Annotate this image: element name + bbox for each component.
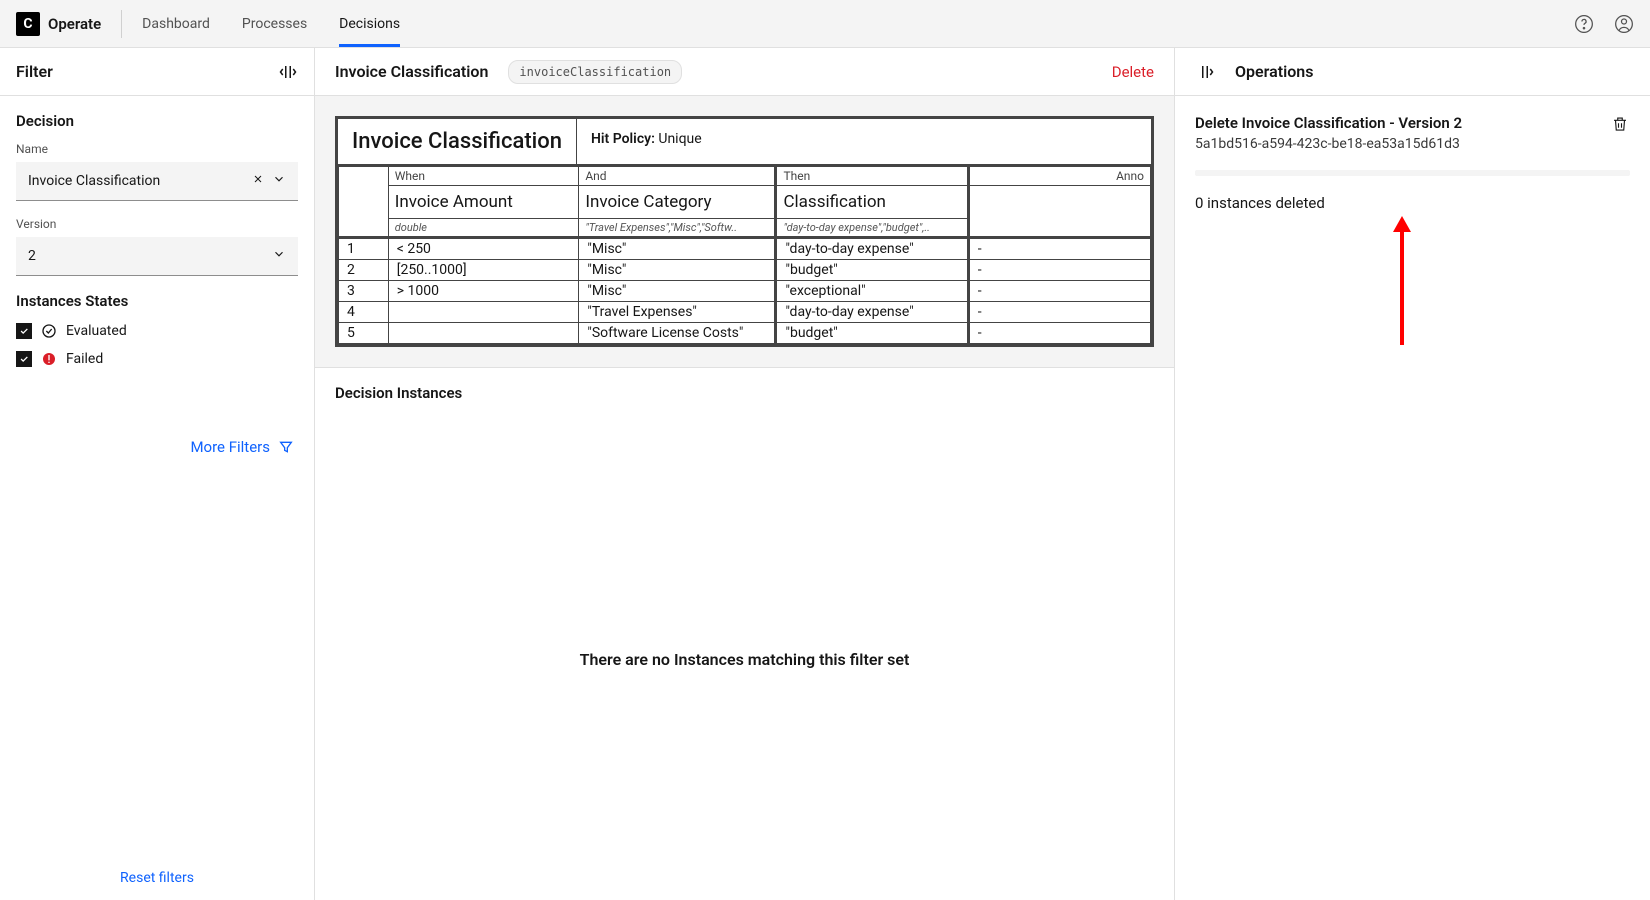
hit-policy: Hit Policy: Unique <box>577 119 716 164</box>
col-and-label: And <box>579 166 776 186</box>
cell-when <box>388 302 579 323</box>
filter-panel: Filter Decision Name Invoice Classificat… <box>0 48 315 900</box>
dmn-table-title: Invoice Classification <box>338 119 577 164</box>
version-value: 2 <box>28 248 272 264</box>
cell-when: [250..1000] <box>388 260 579 281</box>
cell-anno: - <box>968 302 1150 323</box>
more-filters-link[interactable]: More Filters <box>16 438 298 456</box>
row-num: 1 <box>339 238 389 260</box>
collapse-panel-icon[interactable] <box>278 62 298 82</box>
cell-then: "day-to-day expense" <box>776 302 968 323</box>
cell-when: > 1000 <box>388 281 579 302</box>
operation-title: Delete Invoice Classification - Version … <box>1195 114 1462 132</box>
cell-and: "Misc" <box>579 281 776 302</box>
col-when-type: double <box>388 219 579 238</box>
app-logo[interactable]: C Operate <box>16 12 101 36</box>
decision-title: Invoice Classification <box>335 62 488 81</box>
main-nav: Dashboard Processes Decisions <box>142 2 400 46</box>
dmn-row[interactable]: 1< 250"Misc""day-to-day expense"- <box>339 238 1151 260</box>
evaluated-checkbox[interactable] <box>16 323 32 339</box>
clear-icon[interactable] <box>252 173 264 189</box>
cell-then: "budget" <box>776 260 968 281</box>
cell-when <box>388 323 579 344</box>
evaluated-label: Evaluated <box>66 323 127 339</box>
col-then-type: "day-to-day expense","budget",.. <box>776 219 968 238</box>
expand-panel-icon[interactable] <box>1195 62 1215 82</box>
progress-bar <box>1195 170 1630 176</box>
app-name: Operate <box>48 15 101 33</box>
row-num: 3 <box>339 281 389 302</box>
decision-id-badge: invoiceClassification <box>508 60 682 84</box>
nav-processes[interactable]: Processes <box>242 2 307 46</box>
annotation-arrow <box>1400 230 1404 345</box>
divider <box>121 10 122 38</box>
delete-button[interactable]: Delete <box>1112 63 1154 81</box>
cell-anno: - <box>968 281 1150 302</box>
name-label: Name <box>16 142 298 156</box>
dmn-row[interactable]: 5 "Software License Costs""budget"- <box>339 323 1151 344</box>
chevron-down-icon <box>272 247 286 265</box>
decision-panel: Invoice Classification invoiceClassifica… <box>315 48 1175 900</box>
cell-anno: - <box>968 238 1150 260</box>
col-when-name: Invoice Amount <box>388 186 579 219</box>
user-icon[interactable] <box>1614 14 1634 34</box>
cell-anno: - <box>968 260 1150 281</box>
col-anno-label: Anno <box>968 166 1150 186</box>
more-filters-label: More Filters <box>190 438 270 456</box>
nav-dashboard[interactable]: Dashboard <box>142 2 210 46</box>
version-select[interactable]: 2 <box>16 237 298 276</box>
help-icon[interactable] <box>1574 14 1594 34</box>
col-and-name: Invoice Category <box>579 186 776 219</box>
cell-then: "budget" <box>776 323 968 344</box>
row-num: 5 <box>339 323 389 344</box>
empty-message: There are no Instances matching this fil… <box>580 650 910 669</box>
dmn-viewer: Invoice Classification Hit Policy: Uniqu… <box>315 96 1174 367</box>
nav-decisions[interactable]: Decisions <box>339 2 400 46</box>
name-select[interactable]: Invoice Classification <box>16 162 298 201</box>
cell-and: "Misc" <box>579 238 776 260</box>
operations-title: Operations <box>1235 62 1313 81</box>
col-then-name: Classification <box>776 186 968 219</box>
states-section-title: Instances States <box>16 292 298 310</box>
app-header: C Operate Dashboard Processes Decisions <box>0 0 1650 48</box>
cell-anno: - <box>968 323 1150 344</box>
cell-then: "exceptional" <box>776 281 968 302</box>
dmn-row[interactable]: 4 "Travel Expenses""day-to-day expense"- <box>339 302 1151 323</box>
logo-icon: C <box>16 12 40 36</box>
name-value: Invoice Classification <box>28 173 252 189</box>
cell-and: "Misc" <box>579 260 776 281</box>
instances-body: There are no Instances matching this fil… <box>315 418 1174 900</box>
reset-filters-link[interactable]: Reset filters <box>120 870 194 886</box>
cell-and: "Travel Expenses" <box>579 302 776 323</box>
operation-status: 0 instances deleted <box>1195 194 1630 212</box>
cell-when: < 250 <box>388 238 579 260</box>
dmn-grid: When And Then Anno Invoice Amount Invoic… <box>338 164 1151 344</box>
failed-checkbox[interactable] <box>16 351 32 367</box>
filter-icon <box>278 439 294 455</box>
instances-header: Decision Instances <box>315 367 1174 418</box>
col-then-label: Then <box>776 166 968 186</box>
operation-id: 5a1bd516-a594-423c-be18-ea53a15d61d3 <box>1195 136 1462 152</box>
row-num: 2 <box>339 260 389 281</box>
trash-icon[interactable] <box>1610 114 1630 134</box>
cell-and: "Software License Costs" <box>579 323 776 344</box>
filter-title: Filter <box>16 62 53 81</box>
row-num: 4 <box>339 302 389 323</box>
failed-label: Failed <box>66 351 103 367</box>
chevron-down-icon <box>272 172 286 190</box>
decision-section-title: Decision <box>16 112 298 130</box>
evaluated-icon <box>40 322 58 340</box>
dmn-row[interactable]: 3> 1000"Misc""exceptional"- <box>339 281 1151 302</box>
col-when-label: When <box>388 166 579 186</box>
version-label: Version <box>16 217 298 231</box>
failed-icon <box>40 350 58 368</box>
col-and-type: "Travel Expenses","Misc","Softw.. <box>579 219 776 238</box>
dmn-row[interactable]: 2[250..1000]"Misc""budget"- <box>339 260 1151 281</box>
operations-panel: Operations Delete Invoice Classification… <box>1175 48 1650 900</box>
cell-then: "day-to-day expense" <box>776 238 968 260</box>
